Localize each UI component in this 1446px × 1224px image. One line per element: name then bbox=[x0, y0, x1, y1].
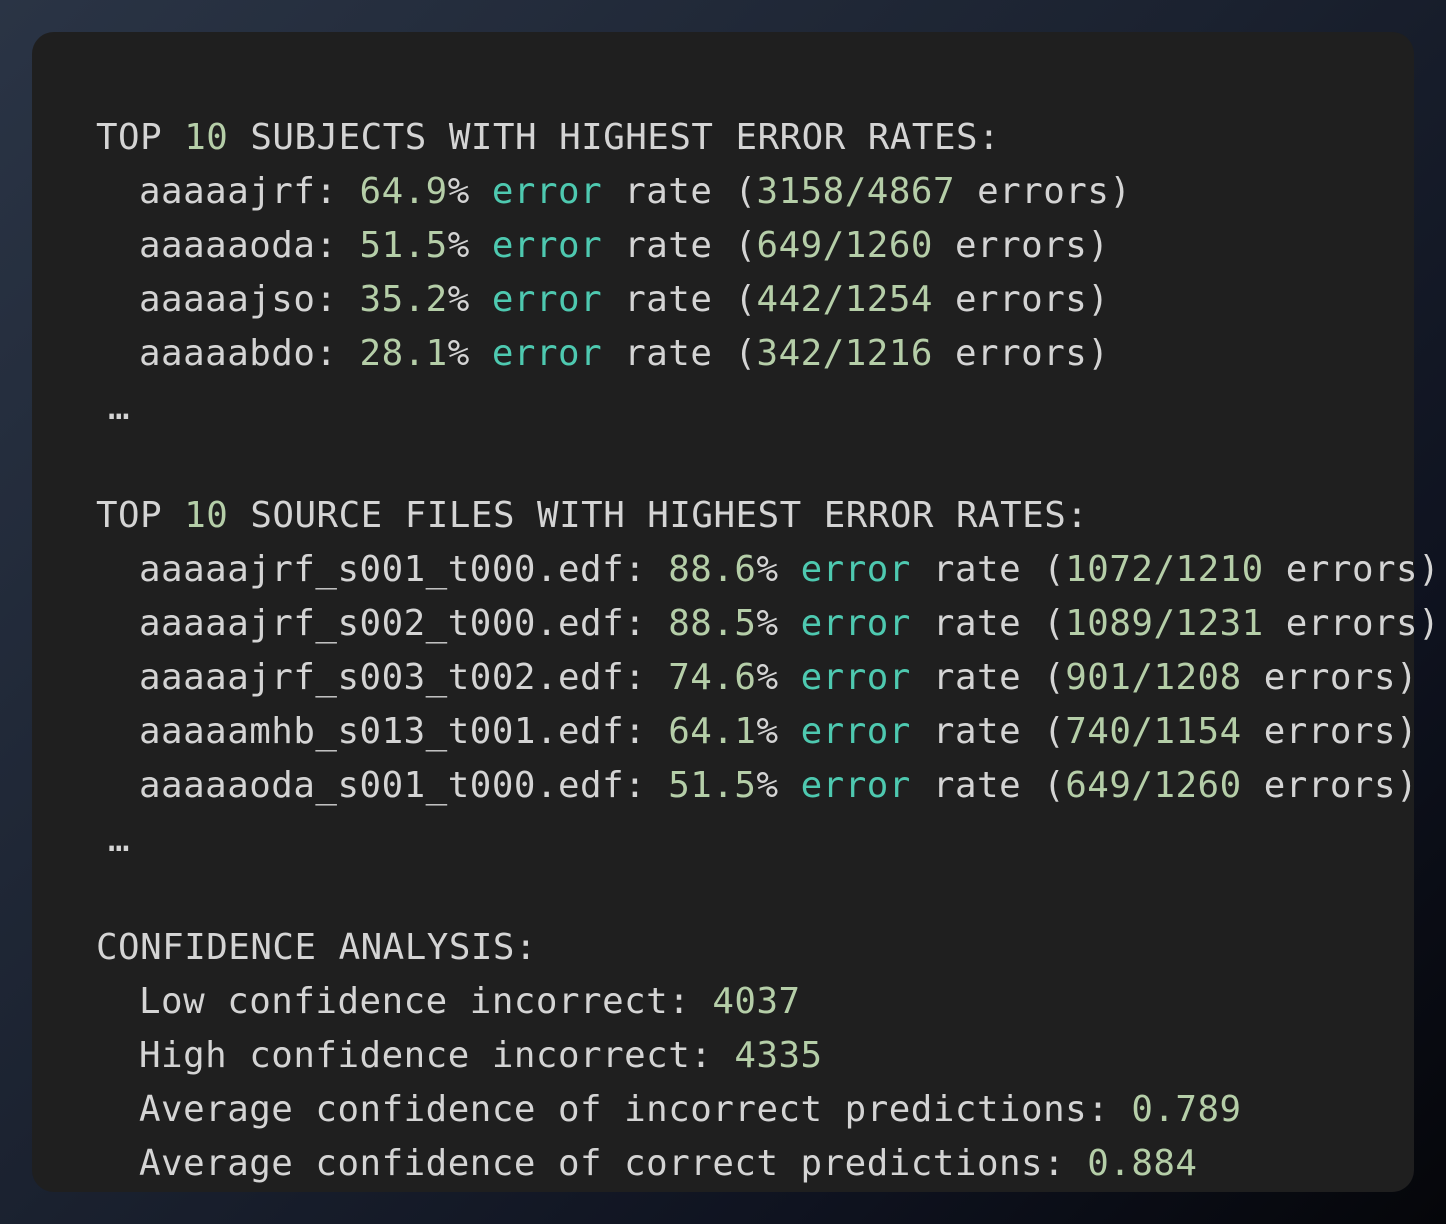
subject-row-name: aaaaajrf bbox=[139, 171, 316, 212]
subjects-heading: TOP 10 SUBJECTS WITH HIGHEST ERROR RATES… bbox=[96, 117, 1001, 158]
subject-row-total-count: 4867 bbox=[866, 171, 956, 212]
subject-row-error-keyword: error bbox=[491, 279, 603, 320]
subject-row-error-count: 649 bbox=[756, 225, 823, 266]
confidence-label: Average confidence of correct prediction… bbox=[139, 1143, 1088, 1184]
file-row-total-count: 1154 bbox=[1153, 711, 1242, 752]
files-heading: TOP 10 SOURCE FILES WITH HIGHEST ERROR R… bbox=[96, 495, 1089, 536]
file-row-error-keyword: error bbox=[800, 711, 911, 752]
file-row-error-keyword: error bbox=[800, 657, 911, 698]
confidence-value: 4037 bbox=[712, 981, 801, 1022]
files-list: aaaaajrf_s001_t000.edf: 88.6% error rate… bbox=[96, 543, 1441, 813]
subject-row: aaaaabdo: 28.1% error rate (342/1216 err… bbox=[139, 333, 1110, 374]
files-ellipsis: … bbox=[108, 819, 131, 860]
confidence-list: Low confidence incorrect: 4037 High confi… bbox=[96, 975, 1414, 1191]
confidence-value: 0.789 bbox=[1131, 1089, 1242, 1130]
subject-row-name: aaaaaoda bbox=[139, 225, 316, 266]
file-row-error-keyword: error bbox=[800, 549, 911, 590]
file-row-percent: 51.5 bbox=[668, 765, 757, 806]
file-row-total-count: 1208 bbox=[1153, 657, 1242, 698]
subject-row-error-count: 3158 bbox=[756, 171, 845, 212]
confidence-row: Low confidence incorrect: 4037 bbox=[96, 975, 1414, 1029]
file-row-name: aaaaajrf_s003_t002.edf bbox=[139, 657, 625, 698]
subject-row-error-keyword: error bbox=[491, 225, 603, 266]
file-row-percent: 88.6 bbox=[668, 549, 757, 590]
confidence-row: Average confidence of correct prediction… bbox=[96, 1137, 1414, 1191]
file-row-error-count: 649 bbox=[1065, 765, 1132, 806]
subject-row-error-count: 442 bbox=[756, 279, 823, 320]
file-row-name: aaaaajrf_s002_t000.edf bbox=[139, 603, 625, 644]
subjects-heading-count: 10 bbox=[184, 117, 229, 158]
subject-row: aaaaajso: 35.2% error rate (442/1254 err… bbox=[139, 279, 1110, 320]
subject-row-error-count: 342 bbox=[756, 333, 823, 374]
file-row-percent: 88.5 bbox=[668, 603, 757, 644]
file-row-total-count: 1210 bbox=[1175, 549, 1264, 590]
file-row-total-count: 1260 bbox=[1153, 765, 1242, 806]
confidence-label: Average confidence of incorrect predicti… bbox=[139, 1089, 1132, 1130]
subject-row-error-keyword: error bbox=[491, 333, 603, 374]
subject-row-total-count: 1260 bbox=[844, 225, 933, 266]
confidence-row: High confidence incorrect: 4335 bbox=[96, 1029, 1414, 1083]
subject-row-percent: 35.2 bbox=[359, 279, 448, 320]
confidence-value: 0.884 bbox=[1087, 1143, 1198, 1184]
subject-row-error-keyword: error bbox=[491, 171, 603, 212]
file-row-name: aaaaamhb_s013_t001.edf bbox=[139, 711, 625, 752]
subjects-list: aaaaajrf: 64.9% error rate (3158/4867 er… bbox=[96, 165, 1414, 381]
file-row-error-count: 1089 bbox=[1065, 603, 1154, 644]
file-row: aaaaajrf_s001_t000.edf: 88.6% error rate… bbox=[139, 549, 1441, 590]
subject-row-total-count: 1216 bbox=[844, 333, 933, 374]
file-row-percent: 74.6 bbox=[668, 657, 757, 698]
confidence-row: Average confidence of incorrect predicti… bbox=[96, 1083, 1414, 1137]
confidence-label: Low confidence incorrect: bbox=[139, 981, 713, 1022]
file-row-name: aaaaajrf_s001_t000.edf bbox=[139, 549, 625, 590]
file-row: aaaaajrf_s003_t002.edf: 74.6% error rate… bbox=[139, 657, 1419, 698]
file-row-error-count: 901 bbox=[1065, 657, 1132, 698]
file-row-error-count: 1072 bbox=[1065, 549, 1154, 590]
subject-row-name: aaaaajso bbox=[139, 279, 316, 320]
file-row: aaaaaoda_s001_t000.edf: 51.5% error rate… bbox=[139, 765, 1419, 806]
files-heading-count: 10 bbox=[184, 495, 229, 536]
file-row-error-count: 740 bbox=[1065, 711, 1132, 752]
file-row-percent: 64.1 bbox=[668, 711, 757, 752]
terminal-output: TOP 10 SUBJECTS WITH HIGHEST ERROR RATES… bbox=[32, 32, 1441, 1192]
subject-row-percent: 51.5 bbox=[359, 225, 448, 266]
confidence-value: 4335 bbox=[734, 1035, 823, 1076]
file-row: aaaaajrf_s002_t000.edf: 88.5% error rate… bbox=[139, 603, 1441, 644]
subjects-ellipsis: … bbox=[108, 387, 131, 428]
file-row: aaaaamhb_s013_t001.edf: 64.1% error rate… bbox=[139, 711, 1419, 752]
file-row-total-count: 1231 bbox=[1175, 603, 1264, 644]
confidence-label: High confidence incorrect: bbox=[139, 1035, 735, 1076]
subject-row-percent: 64.9 bbox=[359, 171, 448, 212]
confidence-heading: CONFIDENCE ANALYSIS: bbox=[96, 927, 538, 968]
subject-row-total-count: 1254 bbox=[844, 279, 933, 320]
file-row-error-keyword: error bbox=[800, 765, 911, 806]
subject-row-name: aaaaabdo bbox=[139, 333, 316, 374]
file-row-name: aaaaaoda_s001_t000.edf bbox=[139, 765, 625, 806]
file-row-error-keyword: error bbox=[800, 603, 911, 644]
subject-row-percent: 28.1 bbox=[359, 333, 448, 374]
subject-row: aaaaajrf: 64.9% error rate (3158/4867 er… bbox=[139, 171, 1132, 212]
subject-row: aaaaaoda: 51.5% error rate (649/1260 err… bbox=[139, 225, 1110, 266]
